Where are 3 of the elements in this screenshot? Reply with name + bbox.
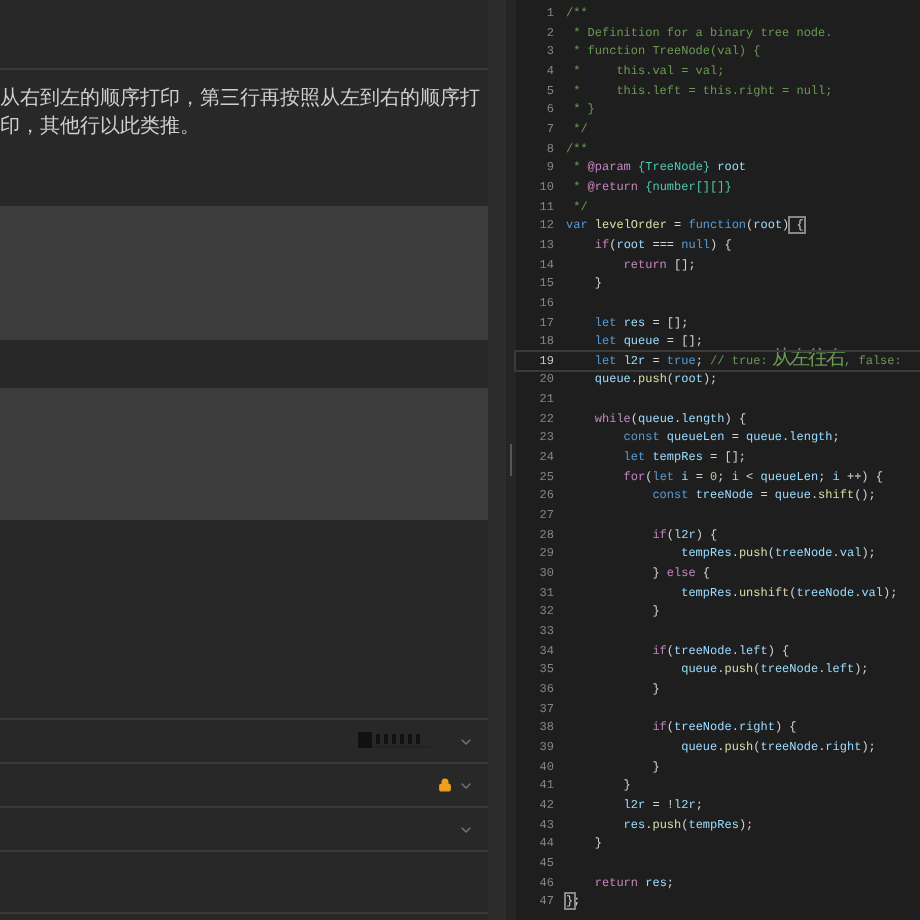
lock-icon (438, 778, 452, 792)
problem-description: 从右到左的顺序打印，第三行再按照从左到右的顺序打印，其他行以此类推。 (0, 86, 482, 142)
splitter-handle[interactable] (506, 0, 516, 920)
